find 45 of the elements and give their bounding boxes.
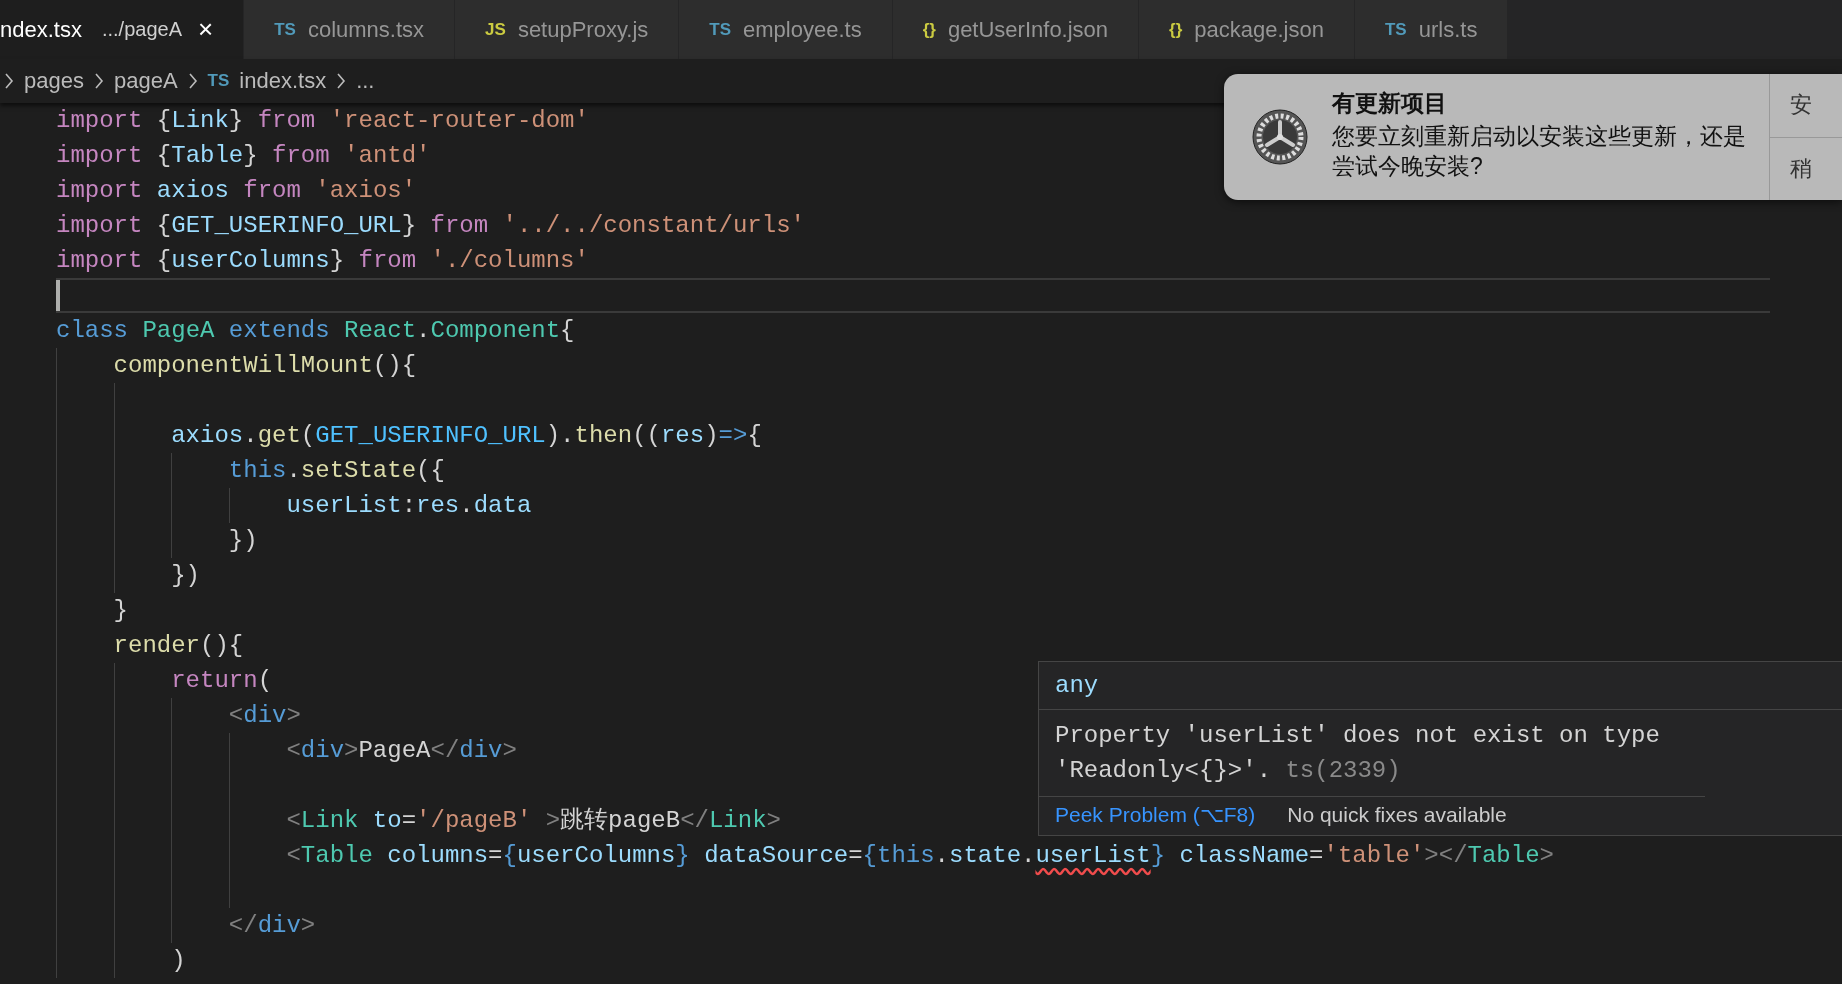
code-line: <Table columns={userColumns} dataSource={this.state.userList} className='table'></Table> <box>286 841 1554 871</box>
type-label: any <box>1039 662 1842 710</box>
breadcrumb-item[interactable]: ... <box>356 68 375 94</box>
code-line: </div> <box>228 911 316 941</box>
code-line: return( <box>171 666 273 696</box>
error-message: Property 'userList' does not exist on type 'Readonly<{}>'. ts(2339) <box>1039 710 1705 797</box>
code-line: } <box>113 596 128 626</box>
notification-message: 您要立刻重新启动以安装这些更新，还是尝试今晚安装? <box>1332 122 1747 181</box>
editor-tab[interactable]: ndex.tsx .../pageA × <box>0 0 245 59</box>
editor-tab[interactable]: {} package.json <box>1139 0 1355 59</box>
quick-fix-status: No quick fixes available <box>1287 803 1507 827</box>
code-line: userList:res.data <box>286 491 532 521</box>
code-line: }) <box>171 561 201 591</box>
notification-action[interactable]: 安 <box>1770 74 1842 137</box>
code-line: }) <box>228 526 258 556</box>
chevron-icon <box>187 72 198 90</box>
notification-action[interactable]: 稍 <box>1770 136 1842 200</box>
code-line: import {userColumns} from './columns' <box>56 246 589 276</box>
editor-tab[interactable]: TS employee.ts <box>679 0 893 59</box>
chevron-icon <box>336 72 347 90</box>
code-line: componentWillMount(){ <box>113 351 417 381</box>
code-line: class PageA extends React.Component{ <box>56 316 575 346</box>
editor-tab[interactable]: JS setupProxy.js <box>455 0 680 59</box>
code-line: axios.get(GET_USERINFO_URL).then((res)=>{ <box>171 421 762 451</box>
code-line: import axios from 'axios' <box>56 176 417 206</box>
code-line: render(){ <box>113 631 244 661</box>
editor-tab[interactable]: TS columns.tsx <box>244 0 456 59</box>
code-line: <div> <box>228 701 301 731</box>
chevron-icon <box>93 72 104 90</box>
breadcrumb-item[interactable]: TS index.tsx <box>207 68 327 94</box>
editor-tab[interactable]: TS urls.ts <box>1355 0 1509 59</box>
code-line: import {Table} from 'antd' <box>56 141 431 171</box>
gear-icon <box>1252 109 1308 165</box>
code-line: import {GET_USERINFO_URL} from '../../constant/urls' <box>56 211 805 241</box>
editor-tab[interactable]: {} getUserInfo.json <box>892 0 1140 59</box>
breadcrumb-item[interactable]: pages <box>24 68 84 94</box>
peek-problem-link[interactable]: Peek Problem (⌥F8) <box>1055 803 1256 827</box>
code-line: <Link to='/pageB' >跳转pageB</Link> <box>286 806 781 836</box>
code-line: import {Link} from 'react-router-dom' <box>56 106 589 136</box>
code-line: this.setState({ <box>228 456 445 486</box>
code-line: ) <box>171 946 186 976</box>
breadcrumb-item[interactable]: pageA <box>113 68 178 94</box>
code-line: <div>PageA</div> <box>286 736 517 766</box>
chevron-icon <box>4 72 14 90</box>
notification-title: 有更新项目 <box>1332 89 1448 118</box>
